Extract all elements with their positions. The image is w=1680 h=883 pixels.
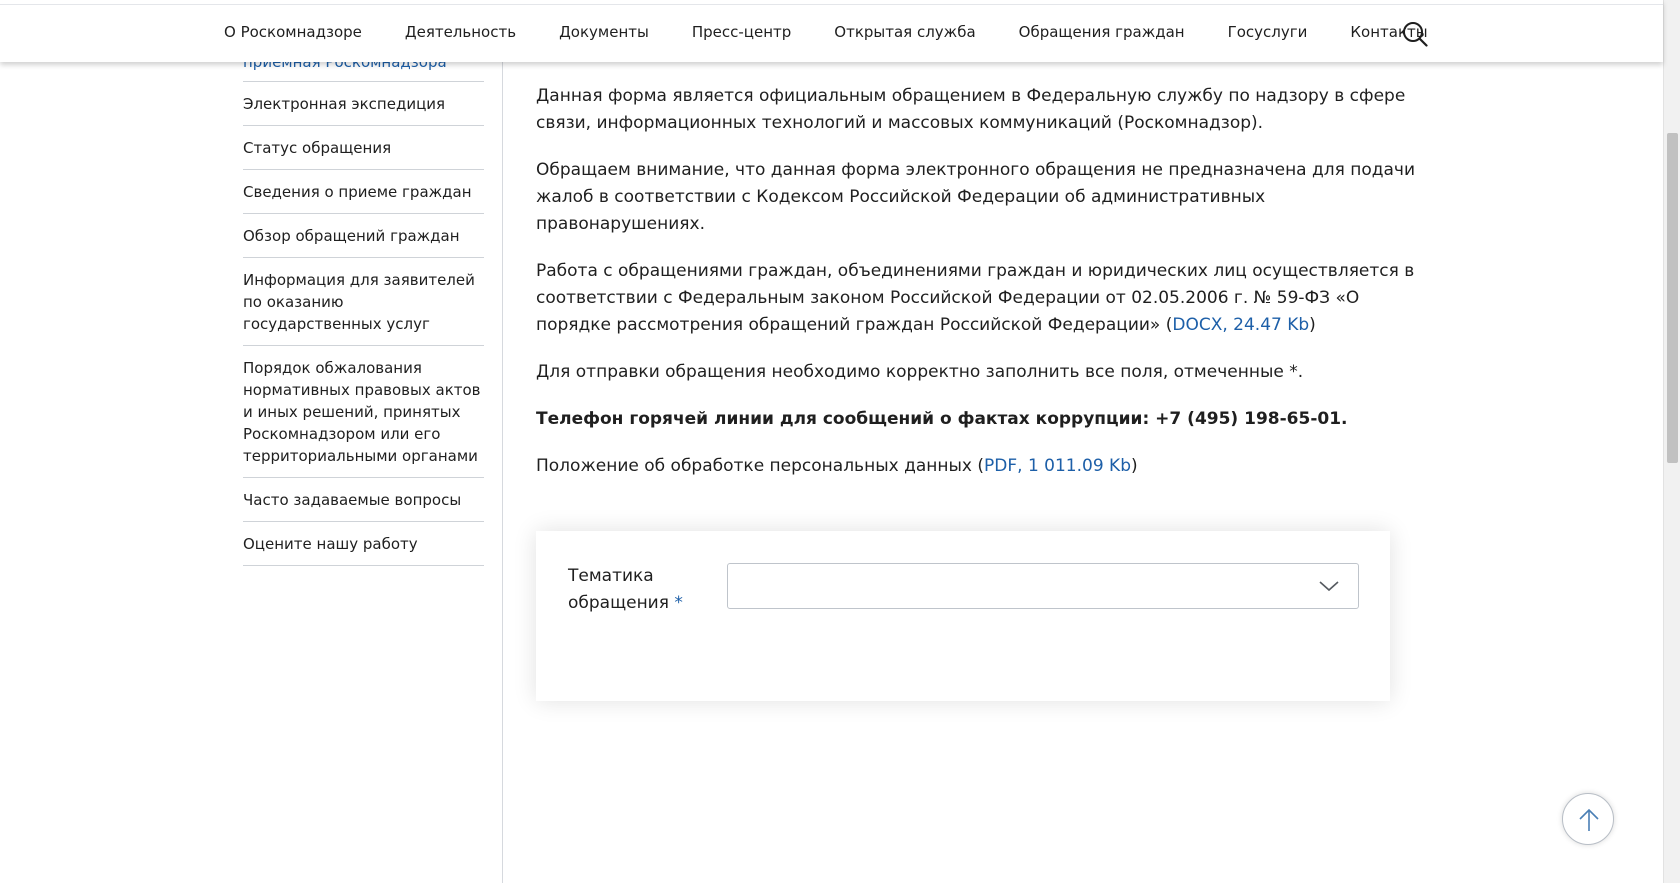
- required-mark: *: [674, 593, 683, 613]
- docx-link[interactable]: DOCX, 24.47 Kb: [1172, 315, 1309, 335]
- nav-item-about[interactable]: О Роскомнадзоре: [224, 21, 362, 43]
- sidebar-divider: [502, 62, 503, 883]
- page: приемная Роскомнадзора Электронная экспе…: [0, 0, 1680, 883]
- sidebar-item-reception-info[interactable]: Сведения о приеме граждан: [243, 170, 484, 214]
- sidebar-item-e-expedition[interactable]: Электронная экспедиция: [243, 82, 484, 126]
- required-fields-paragraph: Для отправки обращения необходимо коррек…: [536, 362, 1304, 382]
- sidebar-item-appeal-procedure[interactable]: Порядок обжалования нормативных правовых…: [243, 346, 484, 478]
- topic-select[interactable]: [727, 563, 1359, 609]
- top-navigation-bar: О Роскомнадзоре Деятельность Документы П…: [0, 0, 1663, 62]
- main-content: Данная форма является официальным обраще…: [536, 83, 1416, 500]
- nav-item-open-service[interactable]: Открытая служба: [834, 21, 975, 43]
- personal-data-paragraph: Положение об обработке персональных данн…: [536, 453, 1416, 480]
- intro-paragraph: Данная форма является официальным обраще…: [536, 86, 1406, 133]
- sidebar-item-applicant-info[interactable]: Информация для заявителей по оказанию го…: [243, 258, 484, 346]
- law-paragraph: Работа с обращениями граждан, объединени…: [536, 258, 1416, 339]
- topic-label: Тематика обращения *: [568, 563, 688, 617]
- sidebar-item-faq[interactable]: Часто задаваемые вопросы: [243, 478, 484, 522]
- nav-item-press-center[interactable]: Пресс-центр: [692, 21, 791, 43]
- main-nav: О Роскомнадзоре Деятельность Документы П…: [224, 21, 1428, 43]
- sidebar-item-requests-review[interactable]: Обзор обращений граждан: [243, 214, 484, 258]
- topbar-divider: [0, 4, 1663, 5]
- personal-data-text-end: ): [1131, 456, 1138, 476]
- nav-item-gosuslugi[interactable]: Госуслуги: [1228, 21, 1308, 43]
- arrow-up-icon: [1579, 808, 1599, 831]
- scroll-to-top-button[interactable]: [1562, 793, 1614, 845]
- sidebar-item-request-status[interactable]: Статус обращения: [243, 126, 484, 170]
- scrollbar-thumb[interactable]: [1667, 133, 1678, 463]
- chevron-down-icon: [1318, 578, 1340, 594]
- topic-label-text: Тематика обращения: [568, 566, 669, 613]
- nav-item-documents[interactable]: Документы: [559, 21, 649, 43]
- nav-item-activity[interactable]: Деятельность: [405, 21, 516, 43]
- personal-data-text: Положение об обработке персональных данн…: [536, 456, 985, 476]
- pdf-link[interactable]: PDF, 1 011.09 Kb: [984, 456, 1131, 476]
- search-icon[interactable]: [1402, 21, 1428, 47]
- sidebar: приемная Роскомнадзора Электронная экспе…: [243, 48, 484, 566]
- nav-item-citizen-requests[interactable]: Обращения граждан: [1019, 21, 1185, 43]
- page-scrollbar[interactable]: [1663, 0, 1680, 883]
- law-text-end: ): [1309, 315, 1316, 335]
- sidebar-item-rate-us[interactable]: Оцените нашу работу: [243, 522, 484, 566]
- request-form: Тематика обращения *: [536, 531, 1390, 701]
- notice-paragraph: Обращаем внимание, что данная форма элек…: [536, 160, 1416, 234]
- corruption-hotline: Телефон горячей линии для сообщений о фа…: [536, 409, 1348, 429]
